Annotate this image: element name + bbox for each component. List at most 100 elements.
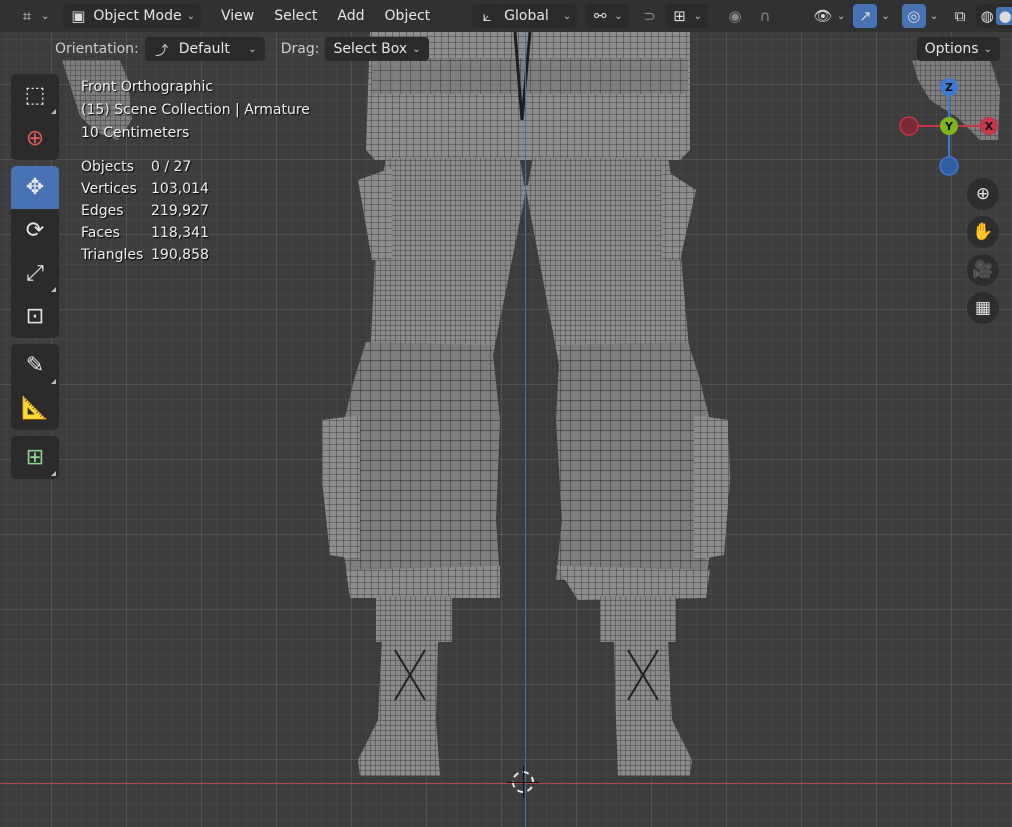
menu-view[interactable]: View bbox=[215, 4, 260, 28]
navigation-gizmo[interactable]: Z X Y bbox=[896, 74, 1006, 180]
tool-group-add: ⊞ bbox=[11, 436, 59, 479]
chevron-down-icon: ⌄ bbox=[412, 43, 421, 55]
chevron-down-icon: ⌄ bbox=[562, 10, 572, 22]
editor-type-button[interactable]: ⌗ ⌄ bbox=[12, 4, 55, 28]
chevron-down-icon: ⌄ bbox=[41, 10, 50, 22]
options-button[interactable]: Options ⌄ bbox=[916, 37, 1000, 61]
chevron-down-icon: ⌄ bbox=[614, 10, 623, 22]
scene-statistics: Objects 0 / 27 Vertices 103,014 Edges 219,9… bbox=[81, 156, 209, 266]
grid-icon: ▦ bbox=[974, 298, 992, 318]
add-cube-tool[interactable]: ⊞ bbox=[11, 436, 59, 479]
add-cube-icon: ⊞ bbox=[25, 445, 45, 470]
proportional-edit-icon: ◉ bbox=[728, 7, 742, 25]
viewport-info: Front Orthographic (15) Scene Collection… bbox=[81, 76, 310, 145]
orientation-select[interactable]: ⤴ Default ⌄ bbox=[144, 37, 265, 61]
select-box-tool[interactable]: ⬚ bbox=[11, 74, 59, 117]
stat-label: Objects bbox=[81, 159, 134, 175]
neg-x-axis-handle[interactable] bbox=[899, 116, 919, 136]
transform-orientation-select[interactable]: ⟀ Global ⌄ bbox=[472, 4, 578, 28]
grid-scale: 10 Centimeters bbox=[81, 125, 190, 141]
stat-label: Faces bbox=[81, 225, 120, 241]
tool-group-annotate: ✎ 📐 bbox=[11, 344, 59, 430]
stat-label: Vertices bbox=[81, 181, 137, 197]
magnet-icon: ⊃ bbox=[643, 7, 656, 25]
stat-row: Triangles 190,858 bbox=[81, 244, 209, 266]
gizmo-toggle[interactable]: ↗ bbox=[853, 4, 878, 28]
move-tool[interactable]: ✥ bbox=[11, 166, 59, 209]
move-icon: ✥ bbox=[25, 175, 45, 200]
select-box-icon: ⬚ bbox=[24, 83, 46, 108]
viewport-header: ⌗ ⌄ ▣ Object Mode ⌄ View Select Add Objec… bbox=[0, 0, 1012, 32]
tool-group-transform: ✥ ⟳ ⤢ ⊡ bbox=[11, 166, 59, 338]
drag-select[interactable]: Select Box ⌄ bbox=[325, 37, 429, 61]
overlays-icon: ◎ bbox=[907, 7, 921, 25]
pivot-point-button[interactable]: ⚯ ⌄ bbox=[585, 4, 629, 28]
mode-select[interactable]: ▣ Object Mode ⌄ bbox=[63, 4, 201, 28]
orientation-axes-icon: ⟀ bbox=[482, 7, 492, 25]
rotate-icon: ⟳ bbox=[25, 218, 45, 243]
falloff-button[interactable]: ∩ bbox=[750, 4, 780, 28]
stat-value: 190,858 bbox=[151, 247, 209, 263]
ortho-toggle-button[interactable]: ▦ bbox=[967, 292, 999, 324]
overlays-toggle[interactable]: ◎ bbox=[901, 4, 926, 28]
editor-type-icon: ⌗ bbox=[22, 7, 32, 25]
link-icon: ⚯ bbox=[593, 7, 607, 25]
chevron-down-icon: ⌄ bbox=[248, 43, 257, 55]
chevron-down-icon: ⌄ bbox=[186, 10, 195, 22]
measure-tool[interactable]: 📐 bbox=[11, 387, 59, 430]
cursor-tool[interactable]: ⊕ bbox=[11, 117, 59, 160]
zoom-button[interactable]: ⊕ bbox=[967, 178, 999, 210]
overlays-menu-button[interactable]: ⌄ bbox=[926, 4, 942, 28]
stat-value: 219,927 bbox=[151, 203, 209, 219]
stat-row: Edges 219,927 bbox=[81, 200, 209, 222]
drag-value: Select Box bbox=[333, 41, 408, 57]
camera-icon: 🎥 bbox=[972, 260, 994, 280]
transform-orientation-label: Global bbox=[504, 8, 549, 24]
pan-button[interactable]: ✋ bbox=[967, 216, 999, 248]
proportional-edit-toggle[interactable]: ◉ bbox=[720, 4, 750, 28]
snap-toggle[interactable]: ⊃ bbox=[635, 4, 665, 28]
rotate-tool[interactable]: ⟳ bbox=[11, 209, 59, 252]
snap-target-button[interactable]: ⊞ ⌄ bbox=[664, 4, 708, 28]
view-name: Front Orthographic bbox=[81, 79, 214, 95]
menu-object[interactable]: Object bbox=[379, 4, 437, 28]
gizmo-y-label: Y bbox=[944, 120, 954, 133]
cursor-icon: ⊕ bbox=[25, 126, 45, 151]
chevron-down-icon: ⌄ bbox=[836, 10, 846, 22]
stat-label: Triangles bbox=[81, 247, 144, 263]
ruler-icon: 📐 bbox=[21, 396, 49, 421]
stat-label: Edges bbox=[81, 203, 124, 219]
stat-value: 118,341 bbox=[151, 225, 209, 241]
xray-toggle[interactable]: ⧉ bbox=[948, 4, 972, 28]
mode-label: Object Mode bbox=[93, 8, 182, 24]
camera-view-button[interactable]: 🎥 bbox=[967, 254, 999, 286]
3d-cursor[interactable] bbox=[507, 766, 539, 798]
drag-label: Drag: bbox=[280, 41, 320, 57]
transform-tool[interactable]: ⊡ bbox=[11, 295, 59, 338]
chevron-down-icon: ⌄ bbox=[929, 10, 939, 22]
collection-name: (15) Scene Collection | Armature bbox=[81, 102, 310, 118]
z-axis-line bbox=[525, 0, 526, 827]
menu-add[interactable]: Add bbox=[331, 4, 370, 28]
annotate-pencil-icon: ✎ bbox=[25, 353, 45, 378]
scale-tool[interactable]: ⤢ bbox=[11, 252, 59, 295]
stat-row: Objects 0 / 27 bbox=[81, 156, 209, 178]
object-mode-icon: ▣ bbox=[71, 7, 86, 25]
orientation-value: Default bbox=[178, 41, 230, 57]
menu-select[interactable]: Select bbox=[268, 4, 323, 28]
chevron-down-icon: ⌄ bbox=[693, 10, 702, 22]
gizmo-x-label: X bbox=[985, 120, 994, 133]
tool-settings-bar: Orientation: ⤴ Default ⌄ Drag: Select Bo… bbox=[0, 34, 1012, 64]
visibility-button[interactable]: 👁 ⌄ bbox=[808, 4, 851, 28]
neg-z-axis-handle[interactable] bbox=[939, 156, 959, 176]
x-axis-line bbox=[0, 783, 1012, 784]
solid-shading-icon[interactable]: ● bbox=[996, 7, 1012, 25]
chevron-down-icon: ⌄ bbox=[881, 10, 890, 22]
wireframe-shading-icon[interactable]: ◍ bbox=[978, 7, 996, 25]
options-label: Options bbox=[924, 41, 979, 57]
scale-icon: ⤢ bbox=[26, 261, 44, 286]
xray-icon: ⧉ bbox=[954, 7, 966, 25]
gizmo-menu-button[interactable]: ⌄ bbox=[877, 4, 893, 28]
annotate-tool[interactable]: ✎ bbox=[11, 344, 59, 387]
zoom-magnifier-icon: ⊕ bbox=[975, 184, 991, 204]
